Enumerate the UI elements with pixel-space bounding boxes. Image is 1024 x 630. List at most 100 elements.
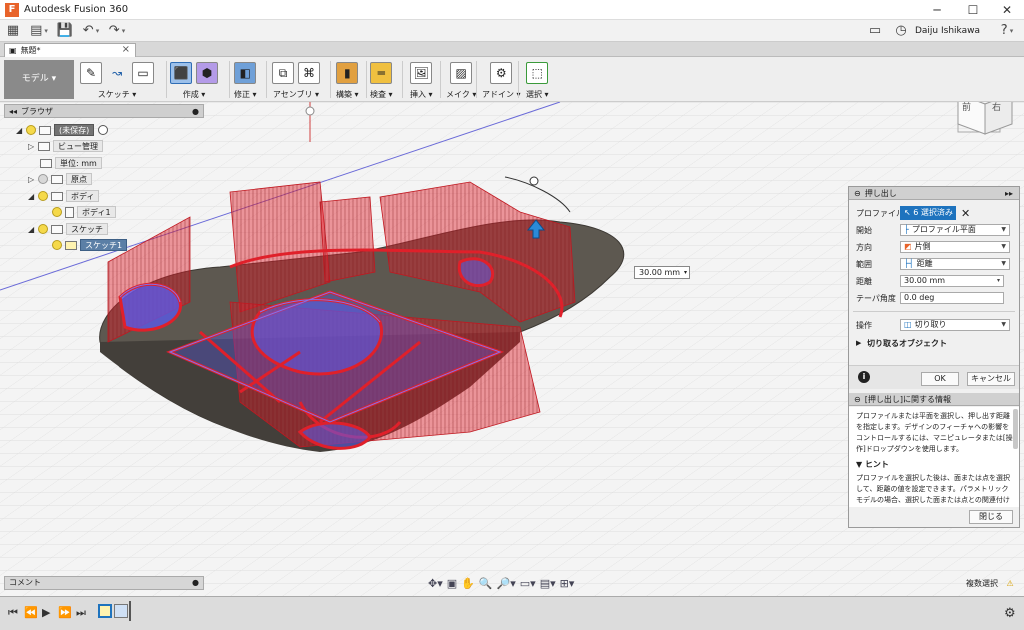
create-group[interactable]: ⬛ ⬢ 作成 ▾ [170, 59, 218, 100]
rectangle-icon[interactable]: ▭ [132, 62, 154, 84]
press-pull-icon[interactable]: ◧ [234, 62, 257, 84]
info-header[interactable]: ⊖ [押し出し]に関する情報 [849, 393, 1019, 406]
measure-icon[interactable]: ═ [370, 62, 393, 84]
display-settings-icon[interactable]: ▭▾ [520, 577, 536, 590]
addins-group[interactable]: ⚙ アドイン ▾ [482, 59, 521, 100]
extrude-wall[interactable] [319, 196, 376, 283]
extrude-icon[interactable]: ⬛ [170, 62, 192, 84]
ok-button[interactable]: OK [921, 372, 959, 386]
start-dropdown[interactable]: ├ プロファイル平面 ▼ [900, 224, 1010, 236]
tree-item-units[interactable]: 単位: mm [40, 156, 102, 170]
tree-item-sketch1[interactable]: スケッチ1 [52, 238, 128, 252]
data-panel-grid-icon[interactable]: ▦ [0, 20, 26, 42]
redo-icon[interactable]: ↷ ▾ [104, 20, 130, 42]
modify-label[interactable]: 修正 ▾ [234, 89, 257, 100]
grid-settings-icon[interactable]: ▤▾ [540, 577, 556, 590]
visibility-bulb-icon[interactable] [52, 207, 62, 217]
go-to-start-icon[interactable]: ⏮ [8, 606, 18, 620]
comments-pin-icon[interactable]: ● [192, 577, 199, 589]
job-status-icon[interactable]: ▭ [862, 20, 888, 42]
viewports-icon[interactable]: ⊞▾ [560, 577, 575, 590]
step-back-icon[interactable]: ⏪ [24, 606, 38, 619]
maximize-button[interactable]: ☐ [956, 0, 990, 20]
tree-root[interactable]: ◢ (未保存) [16, 123, 109, 137]
go-to-end-icon[interactable]: ⏭ [76, 606, 86, 620]
spline-icon[interactable]: ↝ [106, 62, 128, 84]
undo-icon[interactable]: ↶ ▾ [78, 20, 104, 42]
collapse-icon[interactable]: ◂◂ [9, 107, 17, 116]
tree-item-bodies[interactable]: ◢ ボディ [28, 189, 100, 203]
visibility-bulb-icon[interactable] [38, 174, 48, 184]
direction-dropdown[interactable]: ◩ 片側 ▼ [900, 241, 1010, 253]
timeline-sketch-feature[interactable] [98, 604, 112, 618]
select-group[interactable]: ⬚ 選択 ▾ [526, 59, 549, 100]
tree-item-body1[interactable]: ボディ1 [52, 205, 116, 219]
collapse-icon[interactable]: ⊖ [854, 189, 861, 198]
timeline-settings-gear-icon[interactable]: ⚙ [1004, 606, 1016, 621]
expand-triangle-icon[interactable]: ◢ [28, 225, 38, 234]
expand-triangle-icon[interactable]: ▷ [28, 175, 38, 184]
insert-group[interactable]: 🖼 挿入 ▾ [410, 59, 433, 100]
zoom-window-icon[interactable]: 🔎▾ [497, 577, 516, 590]
look-at-icon[interactable]: ▣ [447, 577, 457, 590]
visibility-bulb-icon[interactable] [38, 224, 48, 234]
orbit-icon[interactable]: ✥▾ [428, 577, 443, 590]
tree-item-sketches[interactable]: ◢ スケッチ [28, 222, 108, 236]
form-icon[interactable]: ⬢ [196, 62, 218, 84]
expand-triangle-icon[interactable]: ▶ [856, 339, 861, 347]
insert-image-icon[interactable]: 🖼 [410, 62, 433, 84]
expand-triangle-icon[interactable]: ▷ [28, 142, 38, 151]
timeline-extrude-feature[interactable] [114, 604, 128, 618]
tree-item-view[interactable]: ▷ ビュー管理 [28, 139, 103, 153]
viewcube-front-label[interactable]: 前 [962, 102, 971, 113]
assemble-label[interactable]: アセンブリ ▾ [273, 89, 319, 100]
profile-selection-button[interactable]: ↖ 6 選択済み [900, 206, 956, 220]
construct-group[interactable]: ▮ 構築 ▾ [336, 59, 359, 100]
browser-pin-icon[interactable]: ● [192, 107, 199, 116]
clock-icon[interactable]: ◷ [888, 20, 914, 42]
tree-item-label[interactable]: スケッチ1 [80, 239, 128, 251]
operation-dropdown[interactable]: ◫ 切り取り ▼ [900, 319, 1010, 331]
insert-label[interactable]: 挿入 ▾ [410, 89, 433, 100]
select-label[interactable]: 選択 ▾ [526, 89, 549, 100]
expand-panel-icon[interactable]: ▸▸ [1005, 189, 1013, 198]
select-arrow-icon[interactable]: ⬚ [526, 62, 549, 84]
inspect-group[interactable]: ═ 検査 ▾ [370, 59, 393, 100]
expand-triangle-icon[interactable]: ◢ [16, 126, 26, 135]
plane-icon[interactable]: ▮ [336, 62, 359, 84]
extent-dropdown[interactable]: ├┤ 距離 ▼ [900, 258, 1010, 270]
create-sketch-icon[interactable]: ✎ [80, 62, 102, 84]
visibility-bulb-icon[interactable] [38, 191, 48, 201]
tree-item-label[interactable]: 単位: mm [55, 157, 102, 169]
visibility-bulb-icon[interactable] [26, 125, 36, 135]
tree-item-label[interactable]: ビュー管理 [53, 140, 103, 152]
construct-label[interactable]: 構築 ▾ [336, 89, 359, 100]
sketch-group[interactable]: ✎ ↝ ▭ スケッチ ▾ [80, 59, 154, 100]
viewcube-right-label[interactable]: 右 [992, 102, 1001, 113]
cut-objects-row[interactable]: ▶ 切り取るオブジェクト [849, 335, 1019, 351]
pan-icon[interactable]: ✋ [461, 577, 475, 590]
sketch-label[interactable]: スケッチ ▾ [98, 89, 137, 100]
addins-label[interactable]: アドイン ▾ [482, 89, 521, 100]
browser-panel-header[interactable]: ◂◂ ブラウザ ● [4, 104, 204, 118]
timeline-marker[interactable] [129, 601, 131, 621]
new-component-icon[interactable]: ⧉ [272, 62, 294, 84]
inspect-label[interactable]: 検査 ▾ [370, 89, 393, 100]
tree-item-label[interactable]: ボディ [66, 190, 100, 202]
comments-panel[interactable]: コメント ● [4, 576, 204, 590]
cancel-button[interactable]: キャンセル [967, 372, 1015, 386]
info-scrollbar[interactable] [1013, 409, 1018, 449]
document-tab[interactable]: ▣ 無題* × [4, 43, 136, 57]
info-icon[interactable]: i [858, 371, 870, 383]
workspace-switcher[interactable]: モデル ▾ [4, 60, 74, 99]
warning-icon[interactable]: ⚠ [1007, 579, 1014, 588]
taper-field[interactable]: 0.0 deg [900, 292, 1004, 304]
user-name[interactable]: Daiju Ishikawa [915, 20, 980, 42]
make-label[interactable]: メイク ▾ [446, 89, 476, 100]
step-forward-icon[interactable]: ⏩ [58, 606, 72, 619]
expand-triangle-icon[interactable]: ◢ [28, 192, 38, 201]
cut-objects-label[interactable]: 切り取るオブジェクト [867, 338, 947, 349]
create-label[interactable]: 作成 ▾ [183, 89, 206, 100]
close-tab-icon[interactable]: × [122, 44, 130, 55]
tree-item-label[interactable]: ボディ1 [77, 206, 116, 218]
